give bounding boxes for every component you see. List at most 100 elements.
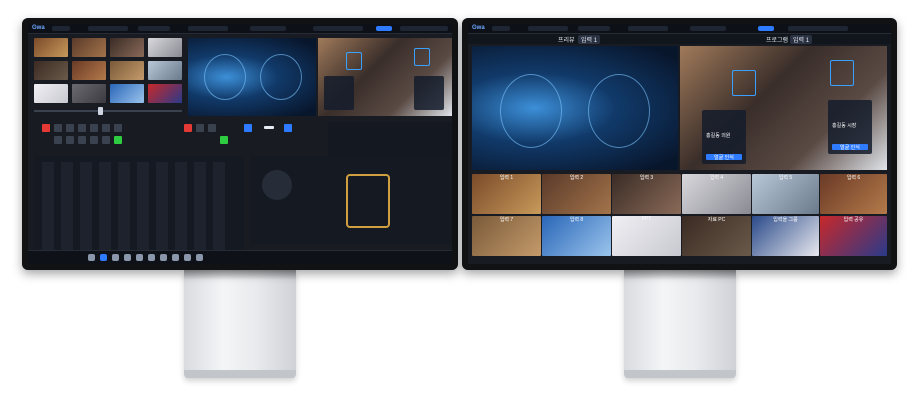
topbar-active-tab[interactable] [376, 26, 392, 31]
switch-button[interactable] [196, 124, 204, 132]
multiview-tile[interactable]: 입력 4 [682, 174, 751, 214]
source-thumb[interactable] [110, 84, 144, 103]
person-icon[interactable] [124, 254, 131, 261]
source-thumb[interactable] [148, 84, 182, 103]
tile-label: PPT [641, 216, 652, 222]
fader-strip[interactable] [194, 162, 206, 252]
topbar-active-tab[interactable] [758, 26, 774, 31]
multiview-tile[interactable]: 입력 1 [472, 174, 541, 214]
multiview-tile[interactable]: 입력 7 [472, 216, 541, 256]
switch-button[interactable] [66, 124, 74, 132]
tile-label: 입력 공유 [843, 217, 864, 223]
face-card-button-label: 얼굴 인식 [714, 155, 734, 161]
topbar-tab-2[interactable] [88, 26, 128, 31]
source-thumb[interactable] [72, 84, 106, 103]
switch-button[interactable] [54, 124, 62, 132]
auto-button[interactable] [244, 124, 252, 132]
topbar-tab[interactable] [578, 26, 610, 31]
multiview-tile[interactable]: 입력 5 [752, 174, 819, 214]
topbar-tab-8[interactable] [400, 26, 448, 31]
fader-strip[interactable] [99, 162, 111, 252]
program-input-tab[interactable]: 입력 1 [790, 35, 813, 44]
switch-button[interactable] [102, 136, 110, 144]
preview-input-tab[interactable]: 입력 1 [578, 35, 601, 44]
multiview-tile[interactable]: 입력 6 [820, 174, 887, 214]
switch-button[interactable] [102, 124, 110, 132]
source-thumb[interactable] [72, 61, 106, 80]
multiview-tile[interactable]: 입력 2 [542, 174, 611, 214]
source-thumb[interactable] [110, 61, 144, 80]
multiview-tile[interactable]: PPT [612, 216, 681, 256]
record-icon[interactable] [160, 254, 167, 261]
face-card-name: 홍길동 의원 [706, 133, 731, 139]
mode-header: 프리뷰 입력 1 프로그램 입력 1 [468, 34, 891, 44]
preview-output [188, 38, 316, 116]
fader-strip[interactable] [137, 162, 149, 252]
topbar-tab[interactable] [492, 26, 510, 31]
source-thumb[interactable] [34, 38, 68, 57]
topbar-tab[interactable] [528, 26, 568, 31]
switch-button[interactable] [90, 136, 98, 144]
seat-map[interactable] [346, 174, 390, 228]
face-card-button[interactable]: 얼굴 인식 [706, 154, 742, 161]
gear-icon[interactable] [196, 254, 203, 261]
ptz-joystick[interactable] [262, 170, 292, 200]
switch-button[interactable] [78, 124, 86, 132]
multiview-tile[interactable]: 입력 8 [542, 216, 611, 256]
switch-button[interactable] [208, 124, 216, 132]
cut-button-2[interactable] [184, 124, 192, 132]
hologram-head-icon [260, 54, 302, 100]
fader-strip[interactable] [156, 162, 168, 252]
switch-button[interactable] [114, 124, 122, 132]
source-thumb[interactable] [34, 61, 68, 80]
topbar-tab[interactable] [628, 26, 668, 31]
multiview-tile[interactable]: 자료 PC [682, 216, 751, 256]
face-detect-box [346, 52, 362, 70]
topbar-tab-6[interactable] [313, 26, 363, 31]
source-thumb[interactable] [148, 38, 182, 57]
switch-button[interactable] [78, 136, 86, 144]
take-button-2[interactable] [220, 136, 228, 144]
tile-label: 입력 3 [639, 175, 654, 181]
home-icon[interactable] [88, 254, 95, 261]
fader-strip[interactable] [80, 162, 92, 252]
switch-button[interactable] [90, 124, 98, 132]
settings-icon[interactable] [136, 254, 143, 261]
camera-icon[interactable] [100, 254, 107, 261]
fader-strip[interactable] [118, 162, 130, 252]
cut-button[interactable] [42, 124, 50, 132]
mic-icon[interactable] [172, 254, 179, 261]
fader-strip[interactable] [175, 162, 187, 252]
face-card-left [324, 76, 354, 110]
source-thumb[interactable] [72, 38, 106, 57]
face-card-button[interactable]: 얼굴 인식 [832, 144, 868, 151]
switch-button[interactable] [54, 136, 62, 144]
transition-slider-track[interactable] [34, 110, 182, 112]
topbar-tab[interactable] [690, 26, 726, 31]
topbar-tab-3[interactable] [138, 26, 170, 31]
transition-slider-handle[interactable] [98, 107, 103, 115]
source-thumb[interactable] [148, 61, 182, 80]
topbar-tab-4[interactable] [188, 26, 228, 31]
take-button[interactable] [114, 136, 122, 144]
face-detect-box [414, 48, 430, 66]
tile-label: 입력 7 [499, 217, 514, 223]
topbar-tab-5[interactable] [250, 26, 286, 31]
source-thumb[interactable] [110, 38, 144, 57]
source-thumb[interactable] [34, 84, 68, 103]
switch-button[interactable] [66, 136, 74, 144]
pen-icon[interactable] [112, 254, 119, 261]
auto-button-2[interactable] [284, 124, 292, 132]
multiview-tile[interactable]: 입력 3 [612, 174, 681, 214]
fader-strip[interactable] [213, 162, 225, 252]
topbar-tab[interactable] [788, 26, 848, 31]
multiview-tile[interactable]: 입력을 그룹 [752, 216, 819, 256]
tile-label: 입력 1 [499, 175, 514, 181]
fader-strip[interactable] [42, 162, 54, 252]
multiview-tile[interactable]: 입력 공유 [820, 216, 887, 256]
tbar-handle[interactable] [264, 126, 274, 129]
topbar-tab-1[interactable] [52, 26, 70, 31]
fader-strip[interactable] [61, 162, 73, 252]
screen-icon[interactable] [184, 254, 191, 261]
audio-icon[interactable] [148, 254, 155, 261]
